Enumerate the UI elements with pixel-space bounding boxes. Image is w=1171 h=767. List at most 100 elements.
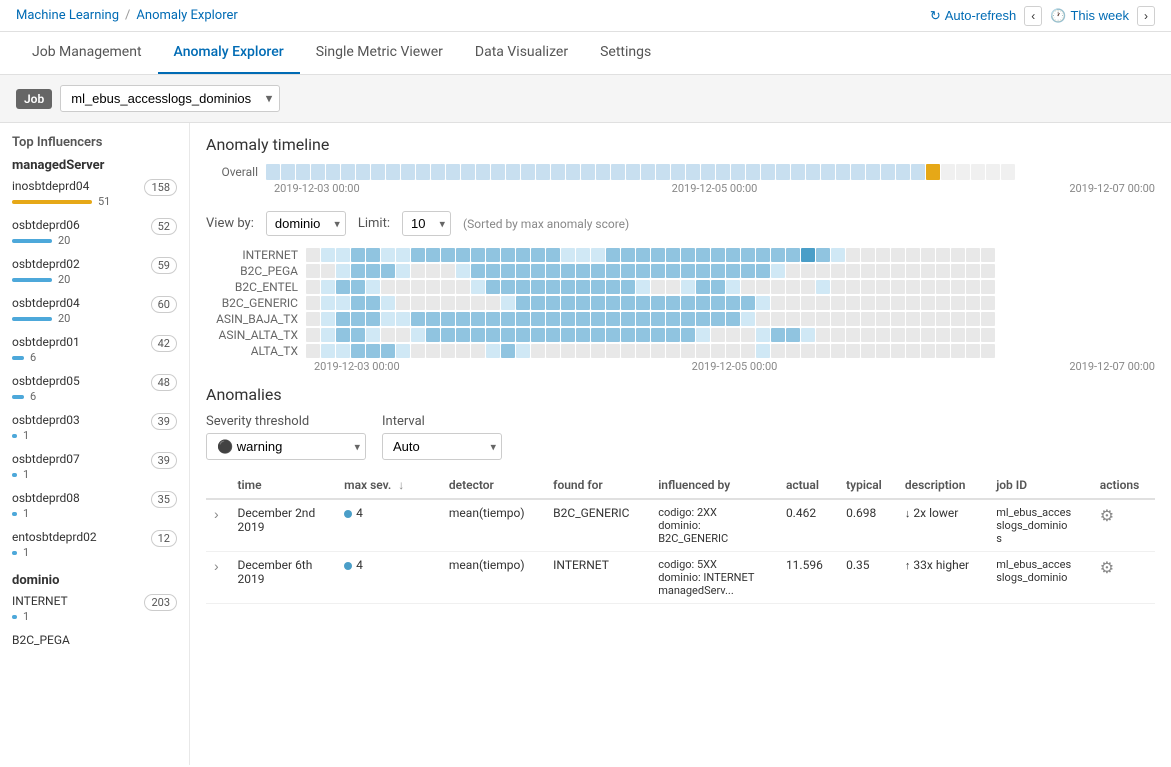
swimlane-row-asin-alta: ASIN_ALTA_TX [206,328,1155,342]
timeline-cells [266,164,1155,180]
th-detector[interactable]: detector [441,472,545,499]
influencer-bar-blue [12,278,52,282]
timeline-cell [341,164,355,180]
influencer-badge: 60 [151,296,177,313]
severity-select[interactable]: ⚫ warning [206,433,366,460]
th-typical[interactable]: typical [838,472,897,499]
detector-cell: mean(tiempo) [441,552,545,604]
swimlane-row-b2c-entel: B2C_ENTEL [206,280,1155,294]
job-select[interactable]: ml_ebus_accesslogs_dominios [60,85,280,112]
timeline-cell [281,164,295,180]
interval-label: Interval [382,414,502,429]
tab-data-visualizer[interactable]: Data Visualizer [459,32,584,74]
timeline-cell [821,164,835,180]
timeline-cell [536,164,550,180]
refresh-icon: ↻ [930,8,941,24]
prev-arrow-button[interactable]: ‹ [1024,6,1042,26]
timeline-cell [566,164,580,180]
table-header: time max sev. ↓ detector found for influ… [206,472,1155,499]
timeline-cell [791,164,805,180]
influencer-score: 1 [23,610,29,623]
timeline-cell [416,164,430,180]
influencer-score: 1 [23,468,29,481]
tab-job-management[interactable]: Job Management [16,32,158,74]
influencer-score: 51 [98,195,110,208]
timeline-cell [881,164,895,180]
influencer-score: 1 [23,546,29,559]
th-time[interactable]: time [230,472,337,499]
timeline-cell [716,164,730,180]
next-arrow-button[interactable]: › [1137,6,1155,26]
job-bar: Job ml_ebus_accesslogs_dominios [0,75,1171,123]
swimlane-date-1: 2019-12-03 00:00 [314,360,400,373]
list-item: entosbtdeprd02 1 12 [12,530,177,561]
influencer-badge: 48 [151,374,177,391]
list-item: INTERNET 1 203 [12,594,177,625]
influencer-bar-blue [12,356,24,360]
actions-cell: ⚙ [1092,552,1155,604]
settings-button[interactable]: ⚙ [1100,558,1114,578]
influencer-name: osbtdeprd02 [12,257,80,271]
swimlane-label: INTERNET [206,248,306,262]
th-job-id[interactable]: job ID [988,472,1092,499]
swimlane-label: B2C_GENERIC [206,296,306,310]
desc-arrow: ↓ [905,507,911,520]
swimlane-cells [306,344,995,358]
dominio-title: dominio [12,573,177,588]
breadcrumb-ml[interactable]: Machine Learning [16,8,119,23]
timeline-cell [806,164,820,180]
main-layout: Top Influencers managedServer inosbtdepr… [0,123,1171,765]
this-week-button[interactable]: 🕐 This week [1050,8,1129,24]
timeline-cell [761,164,775,180]
th-influenced-by[interactable]: influenced by [650,472,778,499]
settings-button[interactable]: ⚙ [1100,506,1114,526]
job-id-cell: ml_ebus_accesslogs_dominios [988,499,1092,552]
typical-cell: 0.35 [838,552,897,604]
interval-filter-group: Interval Auto [382,414,502,460]
timeline-cell [551,164,565,180]
timeline-cell [611,164,625,180]
auto-refresh-button[interactable]: ↻ Auto-refresh [930,8,1016,24]
view-by-select[interactable]: dominio [266,211,346,236]
swimlane-label: ASIN_ALTA_TX [206,328,306,342]
timeline-cell-empty [986,164,1000,180]
timeline-cell [326,164,340,180]
th-actual[interactable]: actual [778,472,838,499]
swimlane-date-3: 2019-12-07 00:00 [1069,360,1155,373]
timeline-cell [731,164,745,180]
severity-select-wrap: ⚫ warning [206,433,366,460]
breadcrumb-separator: / [125,8,130,23]
timeline-cell [626,164,640,180]
th-found-for[interactable]: found for [545,472,650,499]
influenced-by-cell: codigo: 2XXdominio:B2C_GENERIC [650,499,778,552]
swimlane-cells [306,328,995,342]
timeline-title: Anomaly timeline [206,135,1155,154]
interval-select[interactable]: Auto [382,433,502,460]
expand-cell: › [206,499,230,552]
influencer-name: osbtdeprd07 [12,452,80,466]
timeline-cell [896,164,910,180]
timeline-cell [851,164,865,180]
tab-anomaly-explorer[interactable]: Anomaly Explorer [158,32,300,74]
swimlane-label: B2C_PEGA [206,264,306,278]
timeline-cell [836,164,850,180]
swimlane-label: B2C_ENTEL [206,280,306,294]
list-item: inosbtdeprd04 51 158 [12,179,177,210]
tab-settings[interactable]: Settings [584,32,667,74]
timeline-date-1: 2019-12-03 00:00 [274,182,360,195]
expand-button[interactable]: › [214,558,219,574]
score-cell: 4 [336,552,423,604]
expand-button[interactable]: › [214,506,219,522]
swimlane-cells [306,312,995,326]
tab-single-metric-viewer[interactable]: Single Metric Viewer [300,32,459,74]
timeline-cell [701,164,715,180]
th-max-sev[interactable]: max sev. ↓ [336,472,423,499]
sidebar: Top Influencers managedServer inosbtdepr… [0,123,190,765]
th-description[interactable]: description [897,472,988,499]
timeline-cell [266,164,280,180]
limit-select[interactable]: 10 [402,211,451,236]
timeline-cell [461,164,475,180]
influencer-name: B2C_PEGA [12,633,177,647]
top-bar: Machine Learning / Anomaly Explorer ↻ Au… [0,0,1171,32]
timeline-cell [596,164,610,180]
